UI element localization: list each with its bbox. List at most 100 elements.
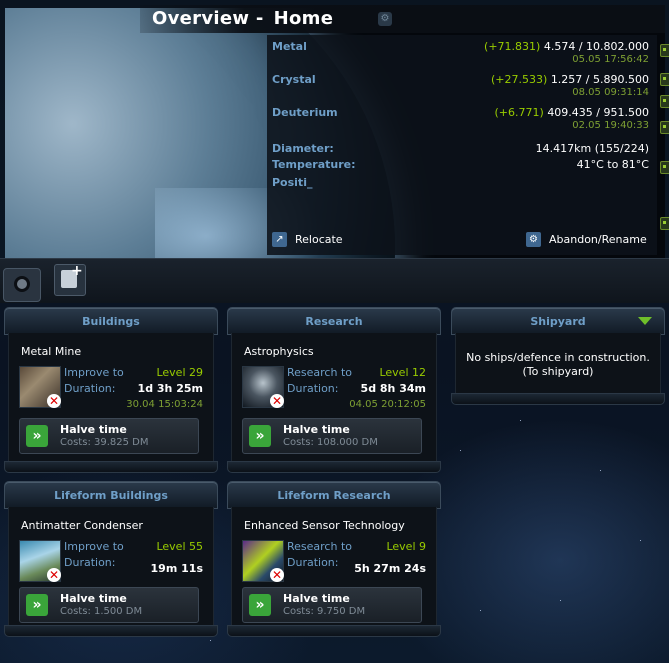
resource-crystal: Crystal (+27.533) 1.257 / 5.890.500 08.0… bbox=[272, 73, 649, 101]
duration-value: 19m 11s bbox=[150, 562, 203, 575]
duration-value: 1d 3h 25m bbox=[137, 382, 203, 395]
page-title: Overview - Home bbox=[152, 8, 333, 29]
antimatter-condenser-thumbnail[interactable]: ✕ bbox=[19, 540, 61, 582]
resource-name: Metal bbox=[272, 40, 307, 53]
box-title: Lifeform Research bbox=[277, 489, 391, 502]
label-duration: Duration: bbox=[287, 382, 339, 395]
resource-metal: Metal (+71.831) 4.574 / 10.802.000 05.05… bbox=[272, 40, 649, 68]
resource-amount: 1.257 / 5.890.500 bbox=[550, 73, 649, 86]
overview-label: Overview - bbox=[152, 8, 264, 29]
detail-value: 14.417km (155/224) bbox=[535, 142, 649, 155]
resource-name: Crystal bbox=[272, 73, 316, 86]
buildings-box: Buildings Metal Mine ✕ Improve to Durati… bbox=[4, 307, 218, 473]
detail-label: Positi_ bbox=[272, 176, 313, 189]
overview-page: Overview - Home ⚙ Metal (+71.831) 4.574 /… bbox=[0, 0, 669, 663]
label-improve: Improve to bbox=[64, 366, 124, 379]
resource-name: Deuterium bbox=[272, 106, 338, 119]
planet-toolbar bbox=[0, 258, 669, 303]
detail-position: Positi_ bbox=[272, 176, 649, 190]
box-title: Shipyard bbox=[530, 315, 586, 328]
halve-label: Halve time bbox=[283, 592, 350, 605]
halve-cost: Costs: 9.750 DM bbox=[283, 606, 366, 617]
shipyard-box: Shipyard No ships/defence in constructio… bbox=[451, 307, 665, 405]
relocate-button[interactable]: ↗ Relocate bbox=[272, 232, 343, 247]
detail-diameter: Diameter: 14.417km (155/224) bbox=[272, 142, 649, 156]
resource-amount: 4.574 / 10.802.000 bbox=[543, 40, 649, 53]
duration-value: 5d 8h 34m bbox=[360, 382, 426, 395]
astrophysics-thumbnail[interactable]: ✕ bbox=[242, 366, 284, 408]
level-value: Level 9 bbox=[386, 540, 426, 553]
detail-label: Diameter: bbox=[272, 142, 334, 155]
metal-mine-thumbnail[interactable]: ✕ bbox=[19, 366, 61, 408]
lifeform-buildings-box: Lifeform Buildings Antimatter Condenser … bbox=[4, 481, 218, 637]
halve-cost: Costs: 1.500 DM bbox=[60, 606, 143, 617]
halve-time-button[interactable]: » Halve time Costs: 39.825 DM bbox=[19, 418, 199, 454]
shipyard-link[interactable]: (To shipyard) bbox=[456, 365, 660, 379]
resource-time: 02.05 19:40:33 bbox=[572, 120, 649, 131]
gear-icon[interactable]: ⚙ bbox=[378, 12, 392, 26]
label-duration: Duration: bbox=[64, 556, 116, 569]
deuterium-icon[interactable] bbox=[660, 95, 669, 108]
planet-stats-panel: Metal (+71.831) 4.574 / 10.802.000 05.05… bbox=[267, 35, 657, 255]
cancel-icon[interactable]: ✕ bbox=[47, 568, 61, 582]
halve-label: Halve time bbox=[60, 592, 127, 605]
shipyard-message[interactable]: No ships/defence in construction. (To sh… bbox=[456, 351, 660, 379]
add-planet-icon[interactable] bbox=[54, 263, 86, 296]
label-research: Research to bbox=[287, 540, 352, 553]
label-improve: Improve to bbox=[64, 540, 124, 553]
energy-icon[interactable] bbox=[660, 121, 669, 134]
chevron-down-icon[interactable] bbox=[638, 317, 652, 325]
shipyard-status: No ships/defence in construction. bbox=[466, 351, 650, 364]
halve-time-button[interactable]: » Halve time Costs: 9.750 DM bbox=[242, 587, 422, 623]
box-title: Lifeform Buildings bbox=[54, 489, 168, 502]
abandon-rename-button[interactable]: ⚙ Abandon/Rename bbox=[526, 232, 647, 247]
duration-value: 5h 27m 24s bbox=[354, 562, 426, 575]
item-name[interactable]: Astrophysics bbox=[244, 345, 314, 358]
detail-value: 41°C to 81°C bbox=[576, 158, 649, 171]
detail-label: Temperature: bbox=[272, 158, 356, 171]
resource-delta: (+6.771) bbox=[494, 106, 544, 119]
relocate-label: Relocate bbox=[295, 233, 343, 246]
extra-icon[interactable] bbox=[660, 217, 669, 230]
relocate-icon: ↗ bbox=[272, 232, 287, 247]
item-name[interactable]: Enhanced Sensor Technology bbox=[244, 519, 405, 532]
enhanced-sensor-thumbnail[interactable]: ✕ bbox=[242, 540, 284, 582]
resource-deuterium: Deuterium (+6.771) 409.435 / 951.500 02.… bbox=[272, 106, 649, 134]
cancel-icon[interactable]: ✕ bbox=[47, 394, 61, 408]
halve-label: Halve time bbox=[60, 423, 127, 436]
halve-time-icon: » bbox=[26, 425, 48, 447]
resource-amount: 409.435 / 951.500 bbox=[547, 106, 649, 119]
item-name[interactable]: Metal Mine bbox=[21, 345, 81, 358]
level-value: Level 55 bbox=[156, 540, 203, 553]
detail-temperature: Temperature: 41°C to 81°C bbox=[272, 158, 649, 172]
completion-time: 04.05 20:12:05 bbox=[349, 399, 426, 410]
lifeform-icon[interactable] bbox=[660, 161, 669, 174]
halve-time-icon: » bbox=[26, 594, 48, 616]
resource-time: 08.05 09:31:14 bbox=[572, 87, 649, 98]
completion-time: 30.04 15:03:24 bbox=[126, 399, 203, 410]
resource-delta: (+27.533) bbox=[491, 73, 548, 86]
metal-icon[interactable] bbox=[660, 44, 669, 57]
cancel-icon[interactable]: ✕ bbox=[270, 394, 284, 408]
halve-cost: Costs: 108.000 DM bbox=[283, 437, 378, 448]
item-name[interactable]: Antimatter Condenser bbox=[21, 519, 143, 532]
lifeform-research-box: Lifeform Research Enhanced Sensor Techno… bbox=[227, 481, 441, 637]
research-box: Research Astrophysics ✕ Research to Dura… bbox=[227, 307, 441, 473]
gear-icon: ⚙ bbox=[526, 232, 541, 247]
label-duration: Duration: bbox=[287, 556, 339, 569]
halve-time-icon: » bbox=[249, 594, 271, 616]
level-value: Level 29 bbox=[156, 366, 203, 379]
label-research: Research to bbox=[287, 366, 352, 379]
level-value: Level 12 bbox=[379, 366, 426, 379]
halve-label: Halve time bbox=[283, 423, 350, 436]
planet-name: Home bbox=[273, 8, 334, 29]
halve-time-button[interactable]: » Halve time Costs: 1.500 DM bbox=[19, 587, 199, 623]
label-duration: Duration: bbox=[64, 382, 116, 395]
halve-cost: Costs: 39.825 DM bbox=[60, 437, 149, 448]
cancel-icon[interactable]: ✕ bbox=[270, 568, 284, 582]
halve-time-icon: » bbox=[249, 425, 271, 447]
moon-icon[interactable] bbox=[3, 268, 41, 302]
crystal-icon[interactable] bbox=[660, 73, 669, 86]
abandon-label: Abandon/Rename bbox=[549, 233, 647, 246]
halve-time-button[interactable]: » Halve time Costs: 108.000 DM bbox=[242, 418, 422, 454]
